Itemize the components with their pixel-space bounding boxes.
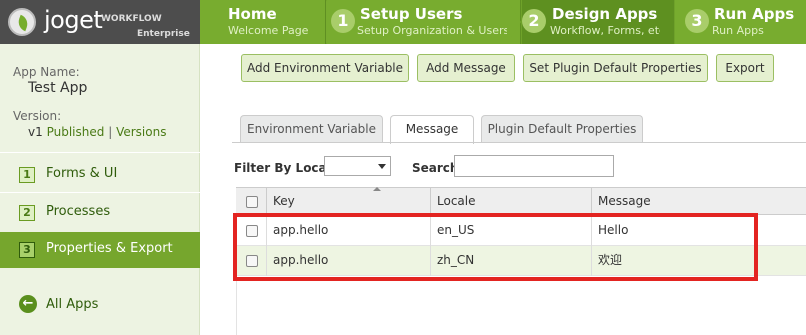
published-link[interactable]: Published (47, 125, 105, 139)
tab-environment-variable[interactable]: Environment Variable (240, 115, 383, 143)
column-header-label: Key (273, 194, 295, 208)
app-name-label: App Name: (13, 65, 80, 79)
step-number-icon: 1 (19, 167, 35, 183)
logo-workflow-text: WORKFLOW (101, 14, 162, 24)
select-all-checkbox[interactable] (246, 196, 258, 208)
version-label: Version: (13, 109, 62, 123)
column-header-label: Locale (437, 194, 476, 208)
nav-step-title: Setup Users (360, 5, 463, 23)
nav-step-subtitle: Run Apps (712, 24, 764, 37)
step-number-badge: 1 (331, 9, 355, 33)
table-header: Key Locale Message (236, 187, 806, 215)
search-input[interactable] (454, 155, 614, 177)
versions-link[interactable]: Versions (116, 125, 166, 139)
sidebar-item-properties-export[interactable]: 3 Properties & Export (0, 232, 200, 268)
locale-select[interactable] (324, 156, 391, 176)
nav-step-title: Design Apps (552, 5, 658, 23)
sidebar-item-label: Processes (46, 204, 111, 219)
column-header-key[interactable]: Key (266, 187, 430, 215)
step-number-badge: 3 (685, 9, 709, 33)
nav-arrow-icon (660, 0, 674, 44)
app-window: joget WORKFLOW Enterprise Home Welcome P… (0, 0, 806, 335)
sidebar-divider (0, 152, 200, 153)
column-header-message[interactable]: Message (591, 188, 806, 215)
step-number-badge: 2 (522, 9, 546, 33)
nav-arrow-icon (507, 0, 521, 44)
app-name-value: Test App (28, 80, 88, 96)
nav-step-subtitle: Workflow, Forms, etc (550, 24, 666, 37)
version-value: v1 (28, 125, 43, 139)
link-separator: | (108, 125, 113, 139)
sidebar-item-processes[interactable]: 2 Processes (0, 195, 200, 231)
set-plugin-default-properties-button[interactable]: Set Plugin Default Properties (523, 54, 708, 82)
sidebar-item-label: Properties & Export (46, 241, 173, 256)
sort-icon (373, 187, 381, 191)
nav-step-subtitle: Setup Organization & Users (357, 24, 510, 37)
nav-step-subtitle: Welcome Page (228, 24, 309, 37)
column-header-locale[interactable]: Locale (430, 188, 591, 215)
version-links: v1 Published | Versions (28, 125, 166, 139)
step-number-icon: 2 (19, 205, 35, 221)
nav-step-design-apps[interactable]: 2 Design Apps Workflow, Forms, etc (522, 0, 674, 44)
export-button[interactable]: Export (716, 54, 774, 82)
column-header-label: Message (598, 194, 651, 208)
all-apps-label: All Apps (46, 297, 99, 312)
logo-edition-text: Enterprise (137, 29, 190, 39)
back-arrow-icon: ← (19, 295, 37, 313)
add-environment-variable-button[interactable]: Add Environment Variable (241, 54, 409, 82)
logo[interactable]: joget WORKFLOW Enterprise (0, 0, 200, 44)
chevron-down-icon (378, 164, 386, 169)
nav-step-title: Home (228, 5, 277, 23)
table-body-empty-area (236, 276, 806, 335)
top-nav: joget WORKFLOW Enterprise Home Welcome P… (0, 0, 806, 44)
nav-step-title: Run Apps (714, 5, 795, 23)
nav-step-setup-users[interactable]: 1 Setup Users Setup Organization & Users (327, 0, 521, 44)
nav-step-home[interactable]: Home Welcome Page (200, 0, 326, 44)
sidebar: App Name: Test App Version: v1 Published… (0, 44, 200, 335)
tab-underline (232, 142, 806, 143)
all-apps-link[interactable]: ← All Apps (0, 291, 200, 317)
sidebar-divider (0, 192, 200, 193)
logo-text: joget (44, 6, 103, 34)
highlight-box (233, 213, 758, 281)
tab-plugin-default-properties[interactable]: Plugin Default Properties (481, 115, 643, 143)
add-message-button[interactable]: Add Message (417, 54, 515, 82)
sidebar-item-forms-ui[interactable]: 1 Forms & UI (0, 157, 200, 193)
search-label: Search (412, 161, 459, 175)
step-number-icon: 3 (19, 242, 35, 258)
tab-message[interactable]: Message (390, 115, 474, 144)
logo-icon (8, 8, 36, 36)
sidebar-item-label: Forms & UI (46, 166, 118, 181)
nav-step-run-apps[interactable]: 3 Run Apps Run Apps (675, 0, 806, 44)
